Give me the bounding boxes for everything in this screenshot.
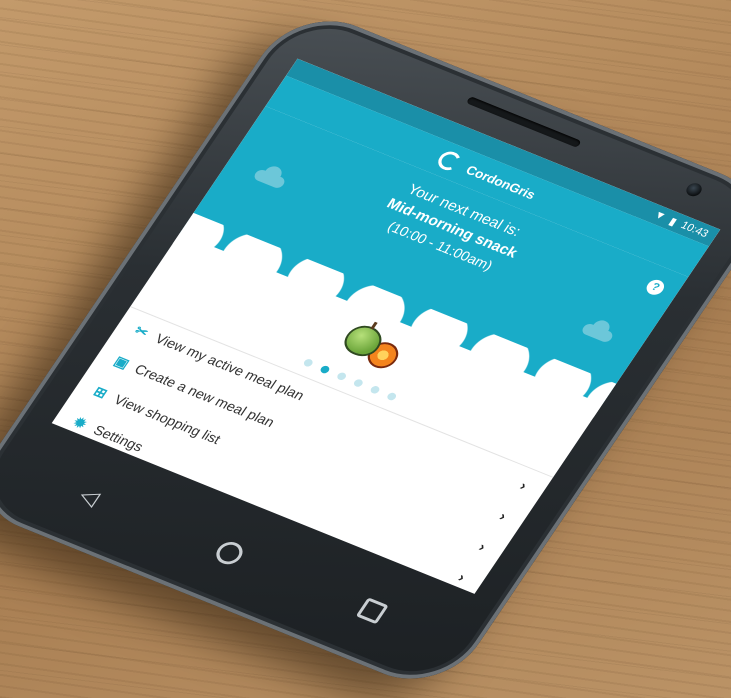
battery-icon: ▮: [666, 215, 680, 228]
back-icon[interactable]: ◁: [74, 482, 105, 510]
carousel-dot[interactable]: [385, 391, 398, 402]
carousel-dot[interactable]: [302, 357, 315, 368]
cloud-icon: [580, 322, 615, 344]
signal-icon: ▼: [651, 208, 669, 223]
cloud-icon: [252, 168, 287, 190]
carousel-dot[interactable]: [335, 371, 348, 382]
photo-scene: ▼ ▮ 10:43 CordonGris ? Your next meal is…: [0, 0, 731, 698]
carousel-dot[interactable]: [369, 384, 382, 395]
carousel-dot[interactable]: [352, 378, 365, 388]
carousel-dot[interactable]: [318, 364, 331, 375]
phone-device: ▼ ▮ 10:43 CordonGris ? Your next meal is…: [0, 2, 731, 698]
app-logo-icon: [434, 148, 465, 174]
home-icon[interactable]: [211, 538, 248, 568]
recent-apps-icon[interactable]: [356, 597, 390, 625]
front-camera: [683, 181, 705, 199]
